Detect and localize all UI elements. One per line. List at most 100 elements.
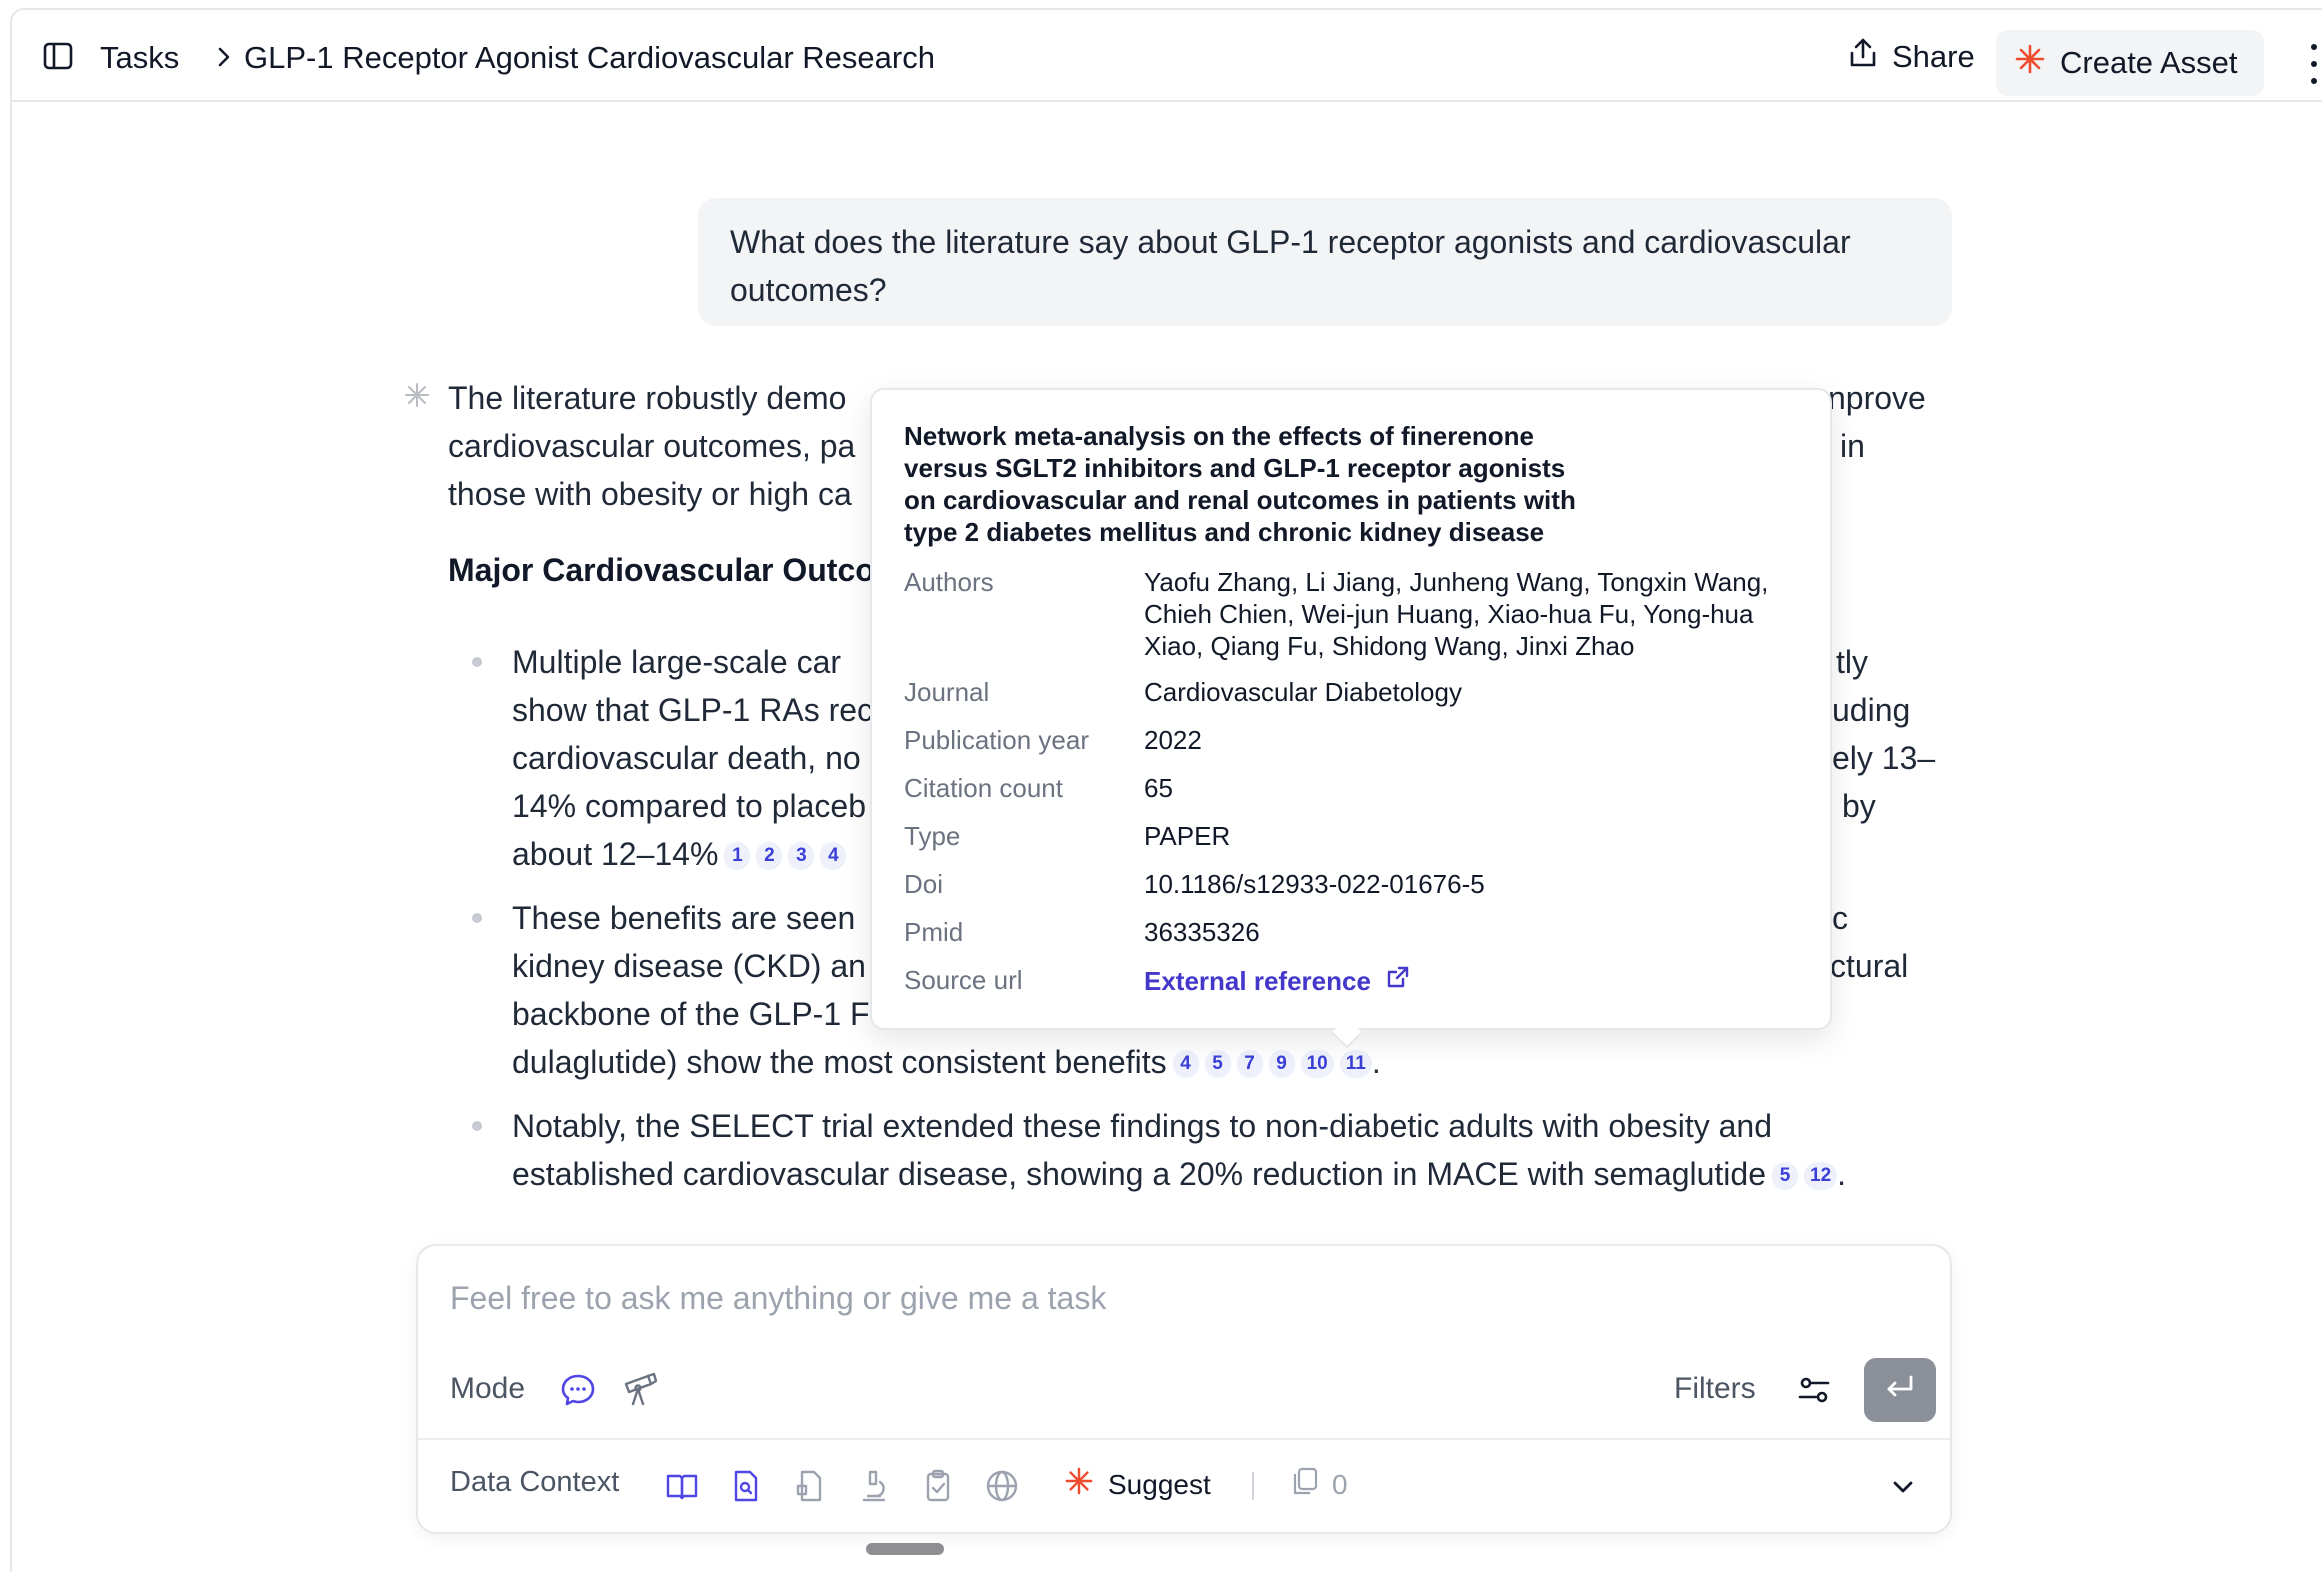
chat-mode-icon[interactable] <box>558 1370 598 1410</box>
sparkle-icon <box>1064 1466 1094 1503</box>
copy-icon <box>1290 1466 1320 1503</box>
answer-text: backbone of the GLP-1 F <box>512 996 870 1032</box>
doi-key: Doi <box>904 869 944 899</box>
citation-count-value: 65 <box>1144 773 1173 803</box>
journal-key: Journal <box>904 677 990 707</box>
authors-key: Authors <box>904 567 994 597</box>
citation-badge[interactable]: 4 <box>1172 1050 1199 1078</box>
telescope-mode-icon[interactable] <box>620 1370 660 1410</box>
pmid-value: 36335326 <box>1144 917 1260 947</box>
answer-text: 14% compared to placeb <box>512 788 866 824</box>
bullet-marker <box>472 657 482 667</box>
data-context-label: Data Context <box>450 1466 620 1498</box>
year-value: 2022 <box>1144 725 1202 755</box>
create-asset-label: Create Asset <box>2060 45 2238 80</box>
answer-text: cardiovascular death, no <box>512 740 861 776</box>
chevron-down-icon[interactable] <box>1888 1472 1918 1502</box>
sparkle-icon <box>2014 43 2046 83</box>
journal-value: Cardiovascular Diabetology <box>1144 677 1462 707</box>
scroll-handle[interactable] <box>866 1543 944 1555</box>
bullet-marker <box>472 913 482 923</box>
message-input[interactable]: Feel free to ask me anything or give me … <box>450 1280 1106 1317</box>
open-book-icon[interactable] <box>664 1468 700 1504</box>
share-icon <box>1848 37 1878 77</box>
source-url-value: External reference <box>1144 964 1784 997</box>
bullet-marker <box>472 1121 482 1131</box>
source-url-key: Source url <box>904 965 1023 995</box>
microscope-icon[interactable] <box>856 1468 892 1504</box>
external-link-icon <box>1385 964 1411 997</box>
clipboard-check-icon[interactable] <box>920 1468 956 1504</box>
answer-text: . <box>1371 1044 1381 1080</box>
doi-value: 10.1186/s12933-022-01676-5 <box>1144 869 1485 899</box>
enter-arrow-icon <box>1883 1373 1917 1408</box>
answer-text: dulaglutide) show the most consistent be… <box>512 1044 1167 1080</box>
citation-count-key: Citation count <box>904 773 1063 803</box>
chevron-right-icon <box>210 43 238 71</box>
external-reference-label: External reference <box>1144 965 1371 996</box>
citation-badge[interactable]: 3 <box>788 842 815 870</box>
answer-section-heading: Major Cardiovascular Outco <box>448 552 875 588</box>
send-button[interactable] <box>1864 1358 1936 1422</box>
authors-value: Yaofu Zhang, Li Jiang, Junheng Wang, Ton… <box>1144 567 1769 661</box>
paper-title: Network meta-analysis on the effects of … <box>904 421 1576 547</box>
answer-text: nprove <box>1828 380 1926 416</box>
composer-card: Feel free to ask me anything or give me … <box>416 1244 1952 1534</box>
citation-badge[interactable]: 4 <box>820 842 847 870</box>
answer-text: kidney disease (CKD) an <box>512 948 866 984</box>
filters-label[interactable]: Filters <box>1674 1372 1756 1406</box>
mode-label: Mode <box>450 1372 526 1405</box>
pmid-key: Pmid <box>904 917 964 947</box>
answer-text: cardiovascular outcomes, pa <box>448 428 856 464</box>
citation-badge[interactable]: 9 <box>1268 1050 1295 1078</box>
answer-text: The literature robustly demo <box>448 380 847 416</box>
citation-badge[interactable]: 5 <box>1204 1050 1231 1078</box>
composer-divider <box>418 1438 1950 1440</box>
share-button[interactable]: Share <box>1834 30 1989 84</box>
assistant-sparkle-icon <box>404 382 430 408</box>
user-message-bubble: What does the literature say about GLP-1… <box>698 198 1952 326</box>
citation-badge[interactable]: 5 <box>1772 1162 1798 1190</box>
answer-text: ely 13– <box>1832 740 1936 776</box>
answer-text: in <box>1840 428 1865 464</box>
answer-text: established cardiovascular disease, show… <box>512 1156 1766 1192</box>
citation-badge[interactable]: 10 <box>1300 1050 1334 1078</box>
attached-items-count[interactable]: 0 <box>1290 1466 1348 1503</box>
share-label: Share <box>1892 39 1975 74</box>
answer-text: tly <box>1836 644 1868 680</box>
answer-text: Notably, the SELECT trial extended these… <box>512 1108 1773 1144</box>
citation-badge[interactable]: 1 <box>724 842 751 870</box>
answer-text: These benefits are seen <box>512 900 856 936</box>
answer-text: by <box>1842 788 1876 824</box>
answer-text: ctural <box>1830 948 1909 984</box>
suggest-label: Suggest <box>1108 1468 1211 1500</box>
file-data-icon[interactable] <box>792 1468 828 1504</box>
answer-text: Multiple large-scale car <box>512 644 842 680</box>
sidebar-toggle-icon[interactable] <box>40 38 76 74</box>
external-reference-link[interactable]: External reference <box>1144 964 1411 997</box>
create-asset-button[interactable]: Create Asset <box>1996 30 2264 96</box>
suggest-button[interactable]: Suggest <box>1064 1466 1211 1503</box>
answer-text: uding <box>1832 692 1911 728</box>
type-key: Type <box>904 821 961 851</box>
citation-popover: Network meta-analysis on the effects of … <box>870 388 1832 1030</box>
answer-text: . <box>1837 1156 1847 1192</box>
filters-sliders-icon[interactable] <box>1796 1372 1832 1408</box>
answer-text: about 12–14% <box>512 836 719 872</box>
citation-badge[interactable]: 7 <box>1236 1050 1263 1078</box>
answer-text: show that GLP-1 RAs rec <box>512 692 874 728</box>
breadcrumb-tasks[interactable]: Tasks <box>100 40 179 76</box>
document-search-icon[interactable] <box>728 1468 764 1504</box>
answer-text: c <box>1832 900 1848 936</box>
citation-badge[interactable]: 11 <box>1339 1050 1372 1078</box>
breadcrumb-current-title: GLP-1 Receptor Agonist Cardiovascular Re… <box>244 40 935 75</box>
toolbar-separator <box>1252 1472 1254 1500</box>
answer-bullet-3: Notably, the SELECT trial extended these… <box>512 1102 1972 1198</box>
citation-badge[interactable]: 12 <box>1804 1162 1838 1190</box>
answer-text: those with obesity or high ca <box>448 476 852 512</box>
more-options-icon[interactable] <box>2302 44 2322 84</box>
globe-icon[interactable] <box>984 1468 1020 1504</box>
type-value: PAPER <box>1144 821 1231 851</box>
top-bar: Tasks GLP-1 Receptor Agonist Cardiovascu… <box>12 10 2322 102</box>
citation-badge[interactable]: 2 <box>756 842 783 870</box>
